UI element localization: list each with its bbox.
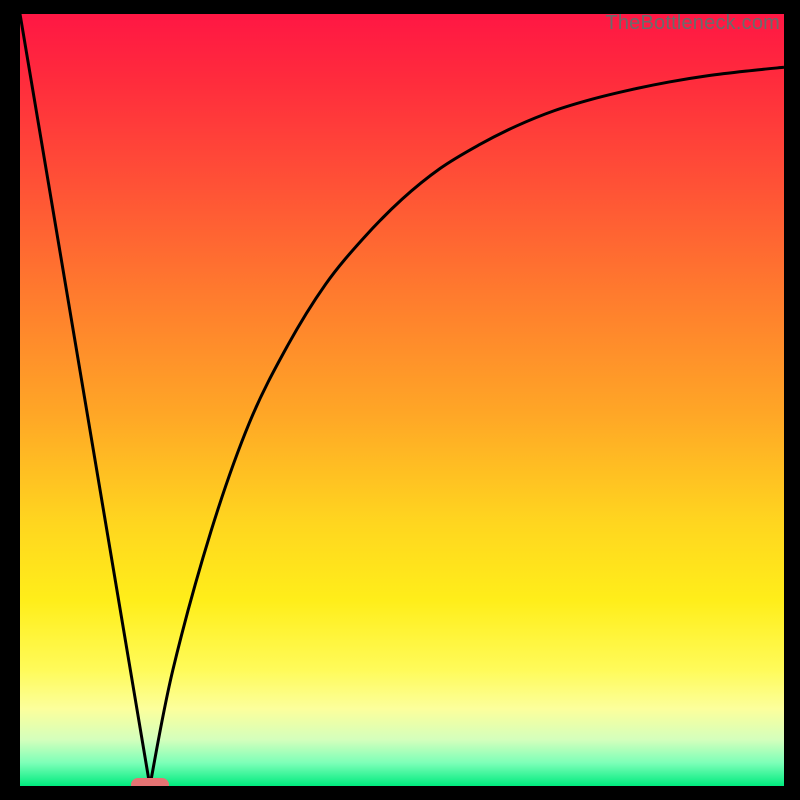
chart-curves	[20, 14, 784, 786]
left-line-curve	[20, 14, 150, 786]
plot-area: TheBottleneck.com	[20, 14, 784, 786]
chart-container: TheBottleneck.com	[0, 0, 800, 800]
right-curve	[150, 67, 784, 786]
optimal-marker	[131, 778, 169, 786]
watermark-text: TheBottleneck.com	[605, 14, 780, 35]
